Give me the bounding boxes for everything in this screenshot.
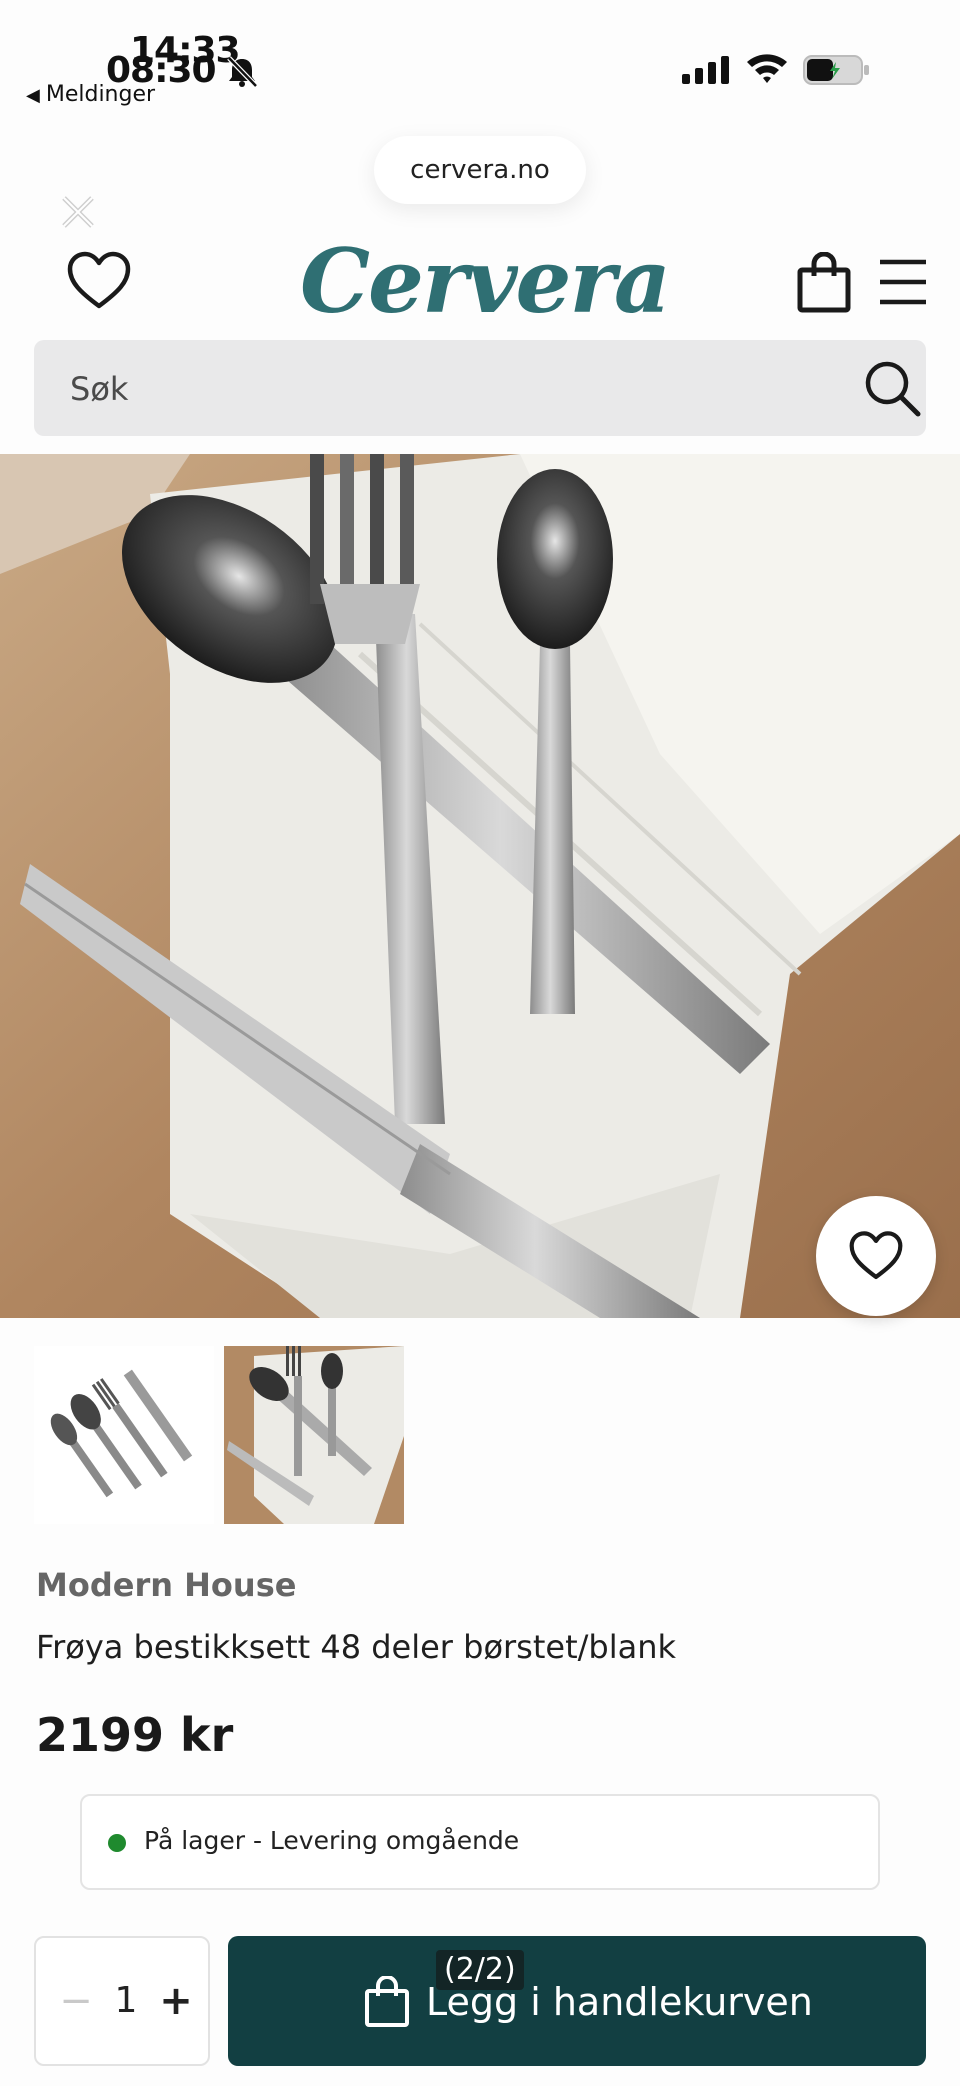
product-image[interactable]	[0, 454, 960, 1318]
browser-url-pill[interactable]: cervera.no	[374, 136, 586, 204]
shopping-bag-icon	[365, 1976, 409, 2027]
shopping-bag-icon[interactable]	[796, 252, 852, 314]
product-price: 2199 kr	[36, 1708, 234, 1762]
site-logo[interactable]: Cervera	[300, 226, 671, 336]
heart-icon[interactable]	[66, 250, 132, 312]
search-input[interactable]: Søk	[34, 340, 926, 436]
browser-url: cervera.no	[410, 155, 550, 185]
quantity-decrease-button[interactable]: −	[56, 1976, 96, 2026]
thumbnail-2[interactable]	[224, 1346, 404, 1524]
search-placeholder: Søk	[70, 370, 129, 408]
wishlist-button[interactable]	[816, 1196, 936, 1316]
cellular-signal-icon	[682, 56, 729, 84]
cutlery-photo	[0, 454, 960, 1318]
status-bar: 14:33 08:30 ◀ Meldinger	[0, 0, 960, 110]
page-indicator: (2/2)	[436, 1950, 524, 1990]
quantity-value[interactable]: 1	[106, 1976, 146, 2026]
close-icon[interactable]	[58, 192, 98, 232]
hamburger-menu-icon[interactable]	[878, 256, 928, 308]
quantity-increase-button[interactable]: +	[154, 1976, 198, 2026]
wifi-icon	[747, 54, 787, 83]
search-icon[interactable]	[862, 358, 922, 418]
stock-status-dot	[108, 1834, 126, 1852]
thumbnail-2-image	[224, 1346, 404, 1524]
stock-status: På lager - Levering omgående	[80, 1794, 880, 1890]
back-triangle-icon: ◀	[26, 85, 40, 106]
product-brand[interactable]: Modern House	[36, 1566, 296, 1604]
stock-status-text: På lager - Levering omgående	[144, 1826, 520, 1855]
product-title: Frøya bestikksett 48 deler børstet/blank	[36, 1628, 677, 1666]
back-to-app-link[interactable]: ◀ Meldinger	[26, 82, 155, 107]
bell-muted-icon	[227, 56, 258, 88]
quantity-stepper: − 1 +	[34, 1936, 210, 2066]
add-to-cart-button[interactable]: Legg i handlekurven	[228, 1936, 926, 2066]
battery-icon	[803, 55, 869, 85]
heart-icon	[849, 1231, 903, 1280]
back-app-label: Meldinger	[45, 82, 156, 107]
thumbnail-1[interactable]	[34, 1346, 214, 1524]
thumbnail-1-image	[34, 1346, 214, 1524]
